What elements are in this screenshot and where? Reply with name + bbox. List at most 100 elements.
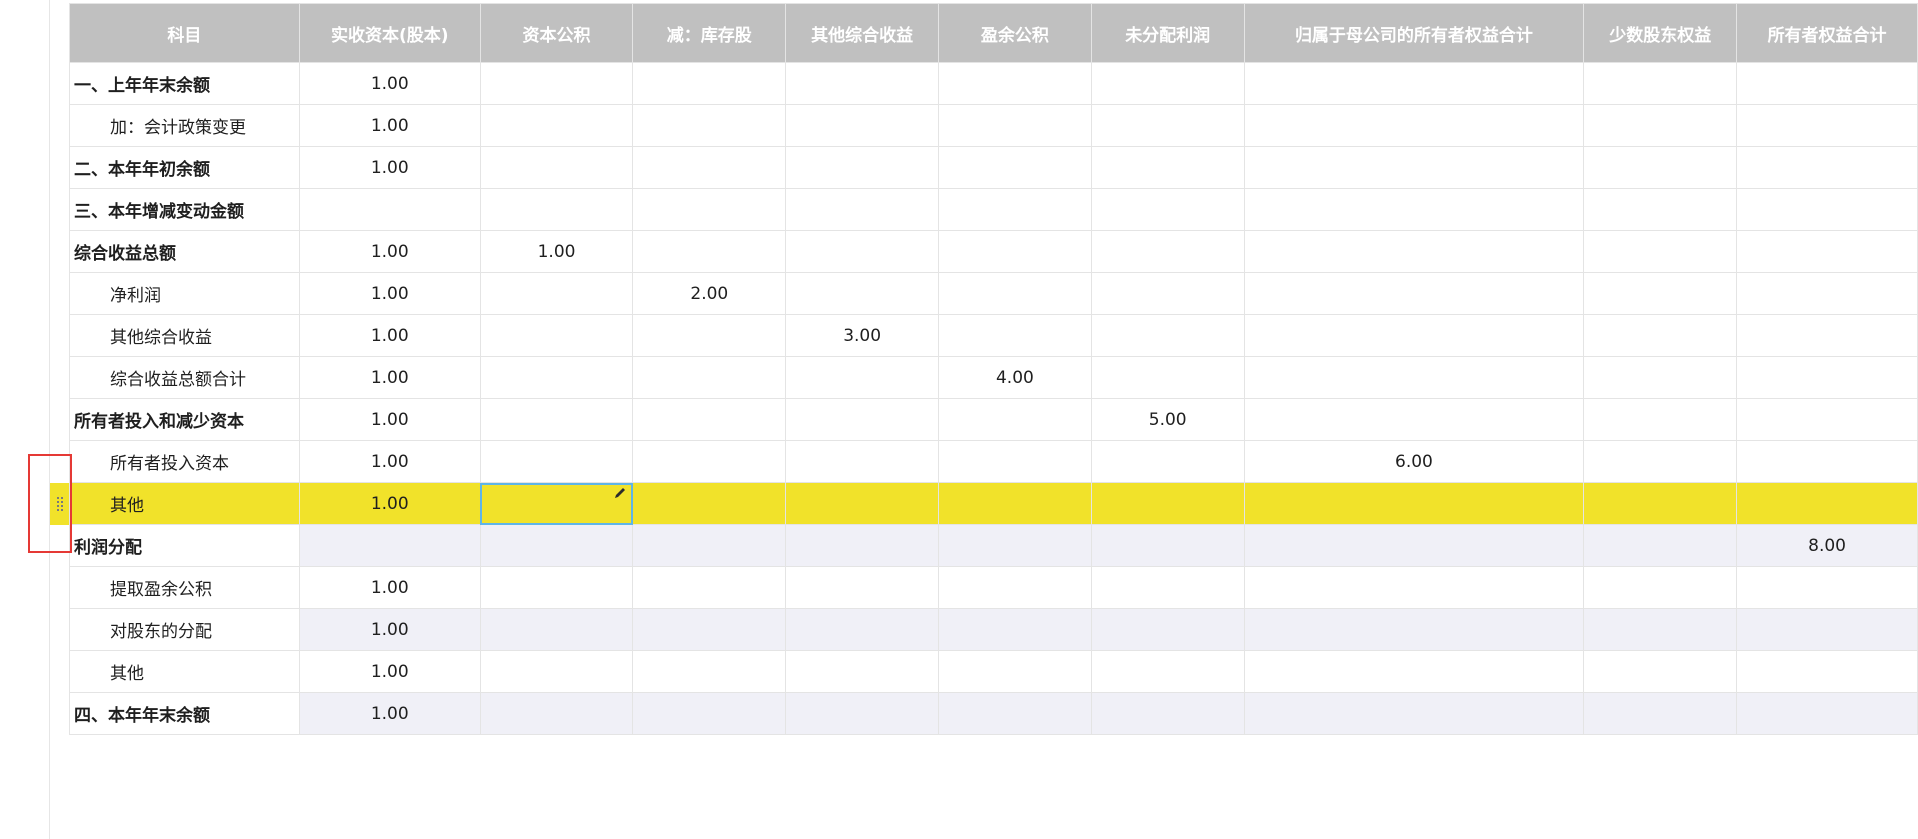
table-cell[interactable]: 1.00	[298, 398, 481, 441]
table-cell[interactable]: 1.00	[298, 230, 481, 273]
table-cell[interactable]	[1736, 692, 1918, 735]
table-cell[interactable]	[1583, 566, 1738, 609]
table-cell[interactable]	[1583, 188, 1738, 231]
header-subject[interactable]: 科目	[69, 3, 300, 63]
row-label[interactable]: 二、本年年初余额	[69, 146, 300, 189]
table-cell[interactable]	[1583, 608, 1738, 651]
table-cell[interactable]	[298, 188, 481, 231]
table-cell[interactable]	[938, 440, 1092, 483]
header-minority-interest[interactable]: 少数股东权益	[1583, 3, 1738, 63]
table-cell[interactable]: 5.00	[1090, 398, 1245, 441]
row-label[interactable]: 利润分配	[69, 524, 300, 567]
table-cell[interactable]	[1583, 62, 1738, 105]
table-cell[interactable]	[938, 650, 1092, 693]
row-label[interactable]: 三、本年增减变动金额	[69, 188, 300, 231]
table-cell[interactable]	[1736, 272, 1918, 315]
table-cell[interactable]	[1583, 524, 1738, 567]
header-retained-earnings[interactable]: 未分配利润	[1090, 3, 1245, 63]
table-cell[interactable]: 1.00	[298, 314, 481, 357]
table-cell[interactable]	[938, 188, 1092, 231]
table-cell[interactable]	[938, 524, 1092, 567]
table-cell[interactable]	[938, 692, 1092, 735]
table-cell[interactable]	[785, 272, 940, 315]
row-label[interactable]: 综合收益总额合计	[69, 356, 300, 399]
table-cell[interactable]	[785, 188, 940, 231]
row-label[interactable]: 净利润	[69, 272, 300, 315]
row-label[interactable]: 加：会计政策变更	[69, 104, 300, 147]
table-cell[interactable]: 1.00	[298, 608, 481, 651]
table-cell[interactable]	[938, 62, 1092, 105]
table-cell[interactable]	[1736, 566, 1918, 609]
table-cell[interactable]	[1090, 692, 1245, 735]
table-cell[interactable]	[1243, 188, 1585, 231]
row-label[interactable]: 四、本年年末余额	[69, 692, 300, 735]
table-cell[interactable]	[479, 356, 634, 399]
table-cell[interactable]	[1243, 230, 1585, 273]
table-cell[interactable]: 8.00	[1736, 524, 1918, 567]
header-treasury-stock[interactable]: 减：库存股	[632, 3, 787, 63]
table-cell[interactable]	[632, 650, 787, 693]
table-cell[interactable]	[1736, 440, 1918, 483]
table-cell[interactable]	[938, 230, 1092, 273]
table-cell[interactable]	[632, 440, 787, 483]
table-cell[interactable]: 3.00	[785, 314, 940, 357]
row-label[interactable]: 提取盈余公积	[69, 566, 300, 609]
table-cell[interactable]: 1.00	[298, 692, 481, 735]
header-total-equity[interactable]: 所有者权益合计	[1736, 3, 1918, 63]
table-cell[interactable]	[1583, 146, 1738, 189]
table-cell[interactable]	[479, 566, 634, 609]
row-label[interactable]: 对股东的分配	[69, 608, 300, 651]
table-cell[interactable]: 1.00	[298, 356, 481, 399]
table-cell[interactable]: 1.00	[298, 482, 481, 525]
table-cell[interactable]	[1736, 62, 1918, 105]
table-cell[interactable]: 1.00	[298, 146, 481, 189]
table-cell[interactable]	[1090, 524, 1245, 567]
table-cell[interactable]	[1583, 272, 1738, 315]
table-cell[interactable]	[1736, 650, 1918, 693]
row-label[interactable]: 其他	[69, 650, 300, 693]
table-cell[interactable]	[632, 356, 787, 399]
table-cell[interactable]	[938, 272, 1092, 315]
table-cell[interactable]	[785, 62, 940, 105]
table-cell[interactable]: 1.00	[298, 104, 481, 147]
table-cell[interactable]	[632, 566, 787, 609]
table-cell[interactable]	[1736, 146, 1918, 189]
table-cell[interactable]	[1090, 650, 1245, 693]
table-cell[interactable]	[1090, 230, 1245, 273]
table-cell[interactable]	[938, 482, 1092, 525]
table-cell[interactable]	[1243, 608, 1585, 651]
table-cell[interactable]	[479, 692, 634, 735]
table-cell[interactable]	[1736, 314, 1918, 357]
header-parent-equity-total[interactable]: 归属于母公司的所有者权益合计	[1243, 3, 1585, 63]
table-cell[interactable]	[1736, 482, 1918, 525]
table-cell[interactable]	[938, 608, 1092, 651]
header-paid-in-capital[interactable]: 实收资本(股本)	[298, 3, 481, 63]
table-cell[interactable]: 1.00	[298, 566, 481, 609]
table-cell[interactable]	[938, 314, 1092, 357]
table-cell[interactable]	[479, 104, 634, 147]
table-cell[interactable]	[479, 398, 634, 441]
table-cell[interactable]	[938, 104, 1092, 147]
table-cell[interactable]	[785, 230, 940, 273]
row-label[interactable]: 所有者投入和减少资本	[69, 398, 300, 441]
table-cell[interactable]	[1243, 272, 1585, 315]
table-cell[interactable]	[1090, 440, 1245, 483]
table-cell[interactable]	[785, 356, 940, 399]
table-cell[interactable]	[785, 608, 940, 651]
table-cell[interactable]	[938, 398, 1092, 441]
table-cell[interactable]	[1090, 566, 1245, 609]
table-cell[interactable]	[1583, 692, 1738, 735]
table-cell[interactable]	[1090, 608, 1245, 651]
table-cell[interactable]	[1243, 650, 1585, 693]
table-cell[interactable]	[1243, 104, 1585, 147]
table-cell[interactable]: 1.00	[479, 230, 634, 273]
table-cell[interactable]	[632, 104, 787, 147]
table-cell[interactable]	[632, 62, 787, 105]
table-cell[interactable]	[1583, 356, 1738, 399]
table-cell[interactable]	[298, 524, 481, 567]
table-cell[interactable]	[785, 650, 940, 693]
table-cell[interactable]	[632, 188, 787, 231]
header-capital-reserve[interactable]: 资本公积	[479, 3, 634, 63]
table-cell[interactable]	[938, 146, 1092, 189]
table-cell[interactable]: 2.00	[632, 272, 787, 315]
